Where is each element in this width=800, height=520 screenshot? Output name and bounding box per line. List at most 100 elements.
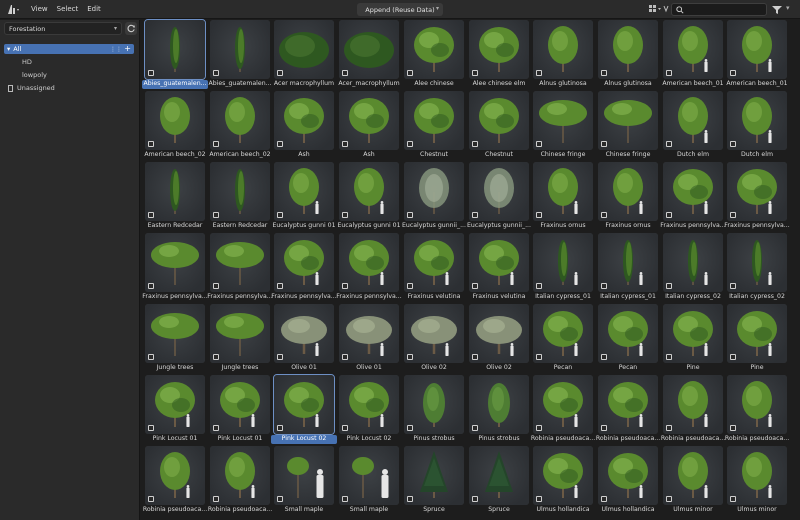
asset-tile[interactable] <box>469 20 529 79</box>
asset-tile[interactable] <box>274 91 334 150</box>
object-type-icon <box>666 141 672 147</box>
asset-tile[interactable] <box>145 233 205 292</box>
tree-preview-icon <box>346 316 392 356</box>
object-type-icon <box>536 354 542 360</box>
asset-tile[interactable] <box>469 304 529 363</box>
asset-tile[interactable] <box>663 20 723 79</box>
asset-tile[interactable] <box>339 233 399 292</box>
asset-tile[interactable] <box>727 91 787 150</box>
asset-tile[interactable] <box>404 375 464 434</box>
asset-tile[interactable] <box>533 91 593 150</box>
menu-select[interactable]: Select <box>57 5 79 13</box>
menu-view[interactable]: View <box>31 5 48 13</box>
asset-tile[interactable] <box>727 20 787 79</box>
asset-tile[interactable] <box>210 375 270 434</box>
asset-name-label: Fraxinus pennsylva... <box>660 222 726 229</box>
asset-tile[interactable] <box>145 446 205 505</box>
catalog-item-hd[interactable]: HD <box>22 58 32 66</box>
asset-tile[interactable] <box>727 446 787 505</box>
search-input[interactable] <box>671 3 767 16</box>
tree-preview-icon <box>543 453 583 498</box>
asset-tile[interactable] <box>404 233 464 292</box>
asset-tile[interactable] <box>145 304 205 363</box>
asset-tile[interactable] <box>469 162 529 221</box>
tree-preview-icon <box>225 452 255 498</box>
asset-tile[interactable] <box>469 375 529 434</box>
asset-tile[interactable] <box>274 162 334 221</box>
asset-tile[interactable] <box>210 20 270 79</box>
asset-tile[interactable] <box>339 446 399 505</box>
asset-tile[interactable] <box>598 304 658 363</box>
import-method-dropdown[interactable]: Append (Reuse Data) ▾ <box>357 3 443 16</box>
asset-tile[interactable] <box>469 91 529 150</box>
asset-tile[interactable] <box>210 233 270 292</box>
asset-tile[interactable] <box>598 162 658 221</box>
asset-tile[interactable] <box>274 304 334 363</box>
filter-icon[interactable] <box>771 3 783 16</box>
asset-tile[interactable] <box>145 91 205 150</box>
asset-tile[interactable] <box>663 304 723 363</box>
display-mode-icon[interactable] <box>648 3 670 16</box>
asset-tile[interactable] <box>598 233 658 292</box>
tree-preview-icon <box>151 313 199 356</box>
drag-handle-icon[interactable]: ⋮⋮ <box>110 46 122 53</box>
editor-type-icon[interactable] <box>6 3 22 16</box>
asset-tile[interactable] <box>663 446 723 505</box>
asset-tile[interactable] <box>598 375 658 434</box>
asset-tile[interactable] <box>598 91 658 150</box>
asset-tile[interactable] <box>404 162 464 221</box>
asset-tile[interactable] <box>339 375 399 434</box>
catalog-item-lowpoly[interactable]: lowpoly <box>22 71 47 79</box>
catalog-item-all[interactable]: ▾ All ⋮⋮ + <box>4 44 134 54</box>
asset-tile[interactable] <box>210 91 270 150</box>
menu-edit[interactable]: Edit <box>87 5 101 13</box>
asset-tile[interactable] <box>404 91 464 150</box>
asset-tile[interactable] <box>598 20 658 79</box>
expand-arrow-icon[interactable]: ▾ <box>7 45 10 53</box>
asset-tile[interactable] <box>145 375 205 434</box>
asset-tile[interactable] <box>404 20 464 79</box>
asset-name-label: Small maple <box>284 506 324 513</box>
asset-name-label: Robinia pseudoaca... <box>142 506 208 513</box>
asset-tile[interactable] <box>274 446 334 505</box>
asset-name-label: Italian cypress_01 <box>600 293 656 300</box>
asset-tile[interactable] <box>727 375 787 434</box>
asset-tile[interactable] <box>533 375 593 434</box>
asset-tile[interactable] <box>339 91 399 150</box>
asset-tile[interactable] <box>210 446 270 505</box>
catalog-item-unassigned[interactable]: Unassigned <box>8 84 55 92</box>
asset-tile[interactable] <box>533 20 593 79</box>
asset-tile[interactable] <box>469 233 529 292</box>
asset-tile[interactable] <box>663 91 723 150</box>
asset-tile[interactable] <box>274 20 334 79</box>
add-catalog-icon[interactable]: + <box>124 45 131 53</box>
object-type-icon <box>601 212 607 218</box>
asset-tile[interactable] <box>210 162 270 221</box>
asset-tile[interactable] <box>144 19 206 80</box>
chevron-down-icon[interactable]: ▾ <box>786 4 790 12</box>
asset-tile[interactable] <box>273 374 335 435</box>
asset-tile[interactable] <box>339 162 399 221</box>
asset-tile[interactable] <box>339 304 399 363</box>
asset-tile[interactable] <box>533 446 593 505</box>
asset-tile[interactable] <box>663 162 723 221</box>
asset-tile[interactable] <box>663 375 723 434</box>
asset-tile[interactable] <box>469 446 529 505</box>
library-dropdown[interactable]: Forestation ▾ <box>4 22 122 35</box>
asset-tile[interactable] <box>727 233 787 292</box>
asset-tile[interactable] <box>598 446 658 505</box>
asset-tile[interactable] <box>727 304 787 363</box>
asset-tile[interactable] <box>533 233 593 292</box>
asset-tile[interactable] <box>339 20 399 79</box>
asset-tile[interactable] <box>727 162 787 221</box>
asset-tile[interactable] <box>533 162 593 221</box>
asset-tile[interactable] <box>404 446 464 505</box>
asset-tile[interactable] <box>533 304 593 363</box>
asset-tile[interactable] <box>145 162 205 221</box>
asset-name-label: Jungle trees <box>156 364 194 371</box>
asset-tile[interactable] <box>274 233 334 292</box>
refresh-library-button[interactable] <box>125 22 137 35</box>
asset-tile[interactable] <box>663 233 723 292</box>
asset-tile[interactable] <box>210 304 270 363</box>
asset-tile[interactable] <box>404 304 464 363</box>
